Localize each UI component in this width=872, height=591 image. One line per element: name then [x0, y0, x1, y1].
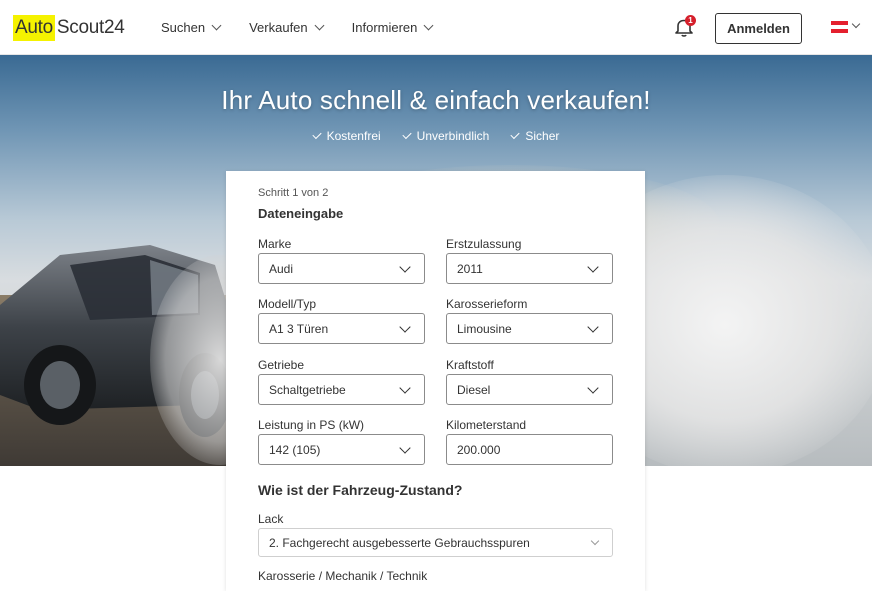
modell-select[interactable]: A1 3 Türen — [258, 313, 425, 344]
chevron-down-icon — [590, 536, 600, 546]
chevron-down-icon — [587, 321, 599, 333]
chevron-down-icon[interactable] — [851, 19, 861, 29]
getriebe-label: Getriebe — [258, 358, 305, 372]
main-nav: Suchen Verkaufen Informieren — [161, 0, 434, 55]
karosserie-label: Karosserieform — [446, 297, 528, 311]
nav-item-label: Informieren — [351, 20, 418, 35]
step-indicator: Schritt 1 von 2 — [258, 187, 329, 199]
erstzulassung-label: Erstzulassung — [446, 237, 522, 251]
usp-label: Kostenfrei — [326, 129, 381, 143]
getriebe-value: Schaltgetriebe — [269, 382, 346, 397]
getriebe-select[interactable]: Schaltgetriebe — [258, 374, 425, 405]
nav-item-suchen[interactable]: Suchen — [161, 20, 222, 35]
hero-usp-list: Kostenfrei Unverbindlich Sicher — [0, 129, 872, 143]
usp-label: Sicher — [525, 129, 560, 143]
karosserie-mechanik-label: Karosserie / Mechanik / Technik — [258, 569, 428, 583]
vehicle-data-form: Schritt 1 von 2 Dateneingabe Marke Audi … — [226, 171, 645, 591]
nav-item-label: Suchen — [161, 20, 206, 35]
checkmark-icon — [510, 129, 520, 140]
kraftstoff-value: Diesel — [457, 382, 491, 397]
nav-item-informieren[interactable]: Informieren — [351, 20, 434, 35]
chevron-down-icon — [587, 261, 599, 273]
kraftstoff-label: Kraftstoff — [446, 358, 494, 372]
marke-select[interactable]: Audi — [258, 253, 425, 284]
lack-label: Lack — [258, 512, 284, 526]
site-header: Auto Scout24 Suchen Verkaufen Informiere… — [0, 0, 872, 55]
nav-item-verkaufen[interactable]: Verkaufen — [249, 20, 325, 35]
chevron-down-icon — [211, 20, 222, 31]
lack-value: 2. Fachgerecht ausgebesserte Gebrauchssp… — [269, 535, 530, 550]
chevron-down-icon — [399, 261, 411, 273]
modell-value: A1 3 Türen — [269, 321, 329, 336]
usp-label: Unverbindlich — [416, 129, 490, 143]
karosserie-select[interactable]: Limousine — [446, 313, 613, 344]
chevron-down-icon — [399, 321, 411, 333]
form-title: Dateneingabe — [258, 206, 344, 221]
chevron-down-icon — [314, 20, 325, 31]
austria-flag-icon[interactable] — [831, 21, 848, 33]
kilometerstand-input[interactable]: 200.000 — [446, 434, 613, 465]
nav-item-label: Verkaufen — [249, 20, 308, 35]
hero-title: Ihr Auto schnell & einfach verkaufen! — [221, 85, 651, 115]
usp-item: Unverbindlich — [402, 129, 490, 143]
leistung-label: Leistung in PS (kW) — [258, 418, 365, 432]
notification-bell-button[interactable]: 1 — [673, 15, 699, 40]
marke-value: Audi — [269, 261, 294, 276]
condition-section-title: Wie ist der Fahrzeug-Zustand? — [258, 482, 463, 498]
chevron-down-icon — [399, 442, 411, 454]
karosserie-value: Limousine — [457, 321, 512, 336]
erstzulassung-value: 2011 — [457, 261, 483, 276]
modell-label: Modell/Typ — [258, 297, 317, 311]
usp-item: Kostenfrei — [312, 129, 381, 143]
notification-badge: 1 — [685, 15, 696, 26]
marke-label: Marke — [258, 237, 292, 251]
erstzulassung-select[interactable]: 2011 — [446, 253, 613, 284]
checkmark-icon — [402, 129, 412, 140]
chevron-down-icon — [587, 382, 599, 394]
chevron-down-icon — [399, 382, 411, 394]
usp-item: Sicher — [510, 129, 560, 143]
kraftstoff-select[interactable]: Diesel — [446, 374, 613, 405]
lack-select[interactable]: 2. Fachgerecht ausgebesserte Gebrauchssp… — [258, 528, 613, 557]
logo-auto-text: Auto — [13, 15, 55, 41]
leistung-value: 142 (105) — [269, 442, 321, 457]
logo-scout-text: Scout24 — [56, 17, 125, 38]
autoscout24-logo[interactable]: Auto Scout24 — [13, 13, 125, 43]
leistung-select[interactable]: 142 (105) — [258, 434, 425, 465]
login-button[interactable]: Anmelden — [715, 13, 802, 44]
kilometerstand-label: Kilometerstand — [446, 418, 527, 432]
checkmark-icon — [312, 129, 322, 140]
chevron-down-icon — [423, 20, 434, 31]
